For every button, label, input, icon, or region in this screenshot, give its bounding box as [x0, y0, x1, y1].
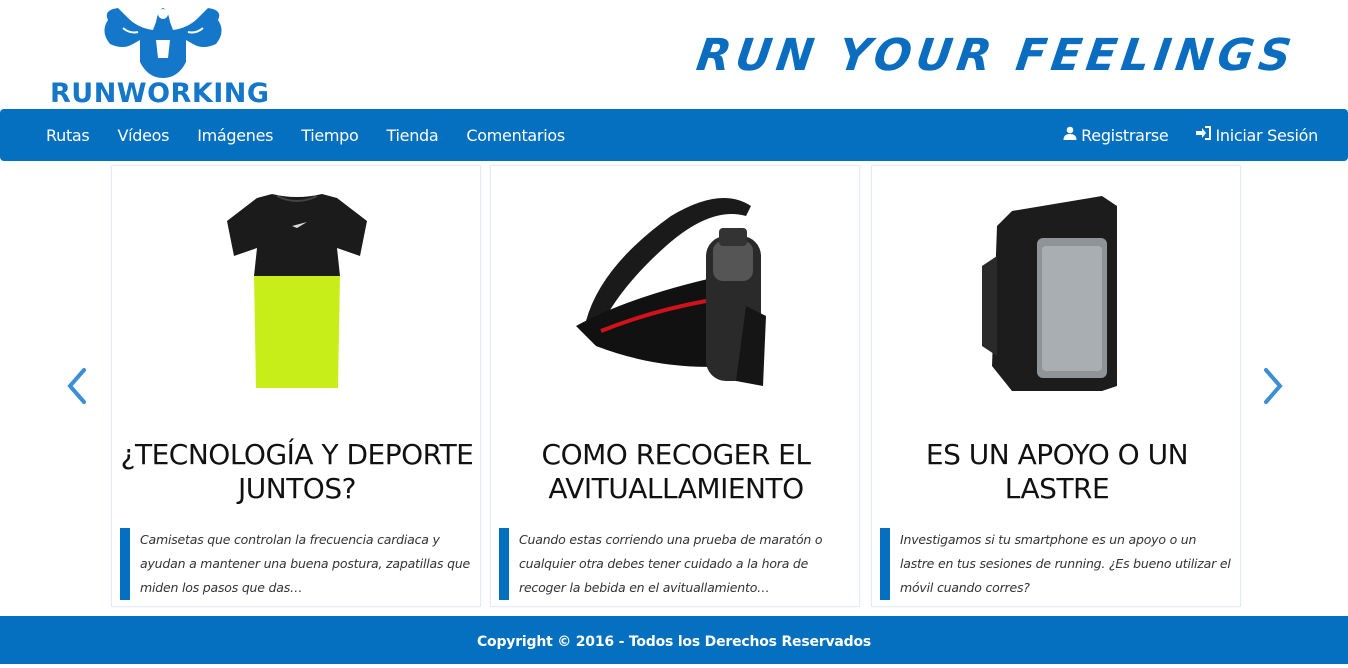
- chevron-right-icon: [1264, 368, 1283, 404]
- article-card[interactable]: ¿TECNOLOGÍA Y DEPORTE JUNTOS? Camisetas …: [111, 165, 481, 607]
- nav-item-tienda[interactable]: Tienda: [373, 109, 453, 161]
- article-excerpt: Investigamos si tu smartphone es un apoy…: [880, 528, 1234, 600]
- carousel-next-button[interactable]: [1258, 366, 1288, 406]
- article-excerpt: Cuando estas corriendo una prueba de mar…: [499, 528, 853, 600]
- nav-item-videos[interactable]: Vídeos: [103, 109, 183, 161]
- tagline: RUN YOUR FEELINGS: [693, 30, 1300, 81]
- site-header: RUNWORKING RUN YOUR FEELINGS: [0, 0, 1348, 109]
- article-card[interactable]: ES UN APOYO O UN LASTRE Investigamos si …: [871, 165, 1241, 607]
- carousel-prev-button[interactable]: [62, 366, 92, 406]
- nav-item-comentarios[interactable]: Comentarios: [452, 109, 578, 161]
- register-link[interactable]: Registrarse: [1049, 109, 1182, 161]
- copyright-text: Copyright © 2016 - Todos los Derechos Re…: [476, 634, 872, 650]
- article-title[interactable]: ES UN APOYO O UN LASTRE: [872, 438, 1242, 506]
- login-label: Iniciar Sesión: [1215, 125, 1318, 145]
- article-card[interactable]: COMO RECOGER EL AVITUALLAMIENTO Cuando e…: [490, 165, 860, 607]
- phone-armband-image: [982, 196, 1117, 391]
- chevron-left-icon: [67, 368, 86, 404]
- nav-left-menu: Rutas Vídeos Imágenes Tiempo Tienda Come…: [32, 109, 579, 161]
- site-footer: Copyright © 2016 - Todos los Derechos Re…: [0, 616, 1348, 664]
- log-in-icon: [1196, 126, 1212, 144]
- site-logo[interactable]: RUNWORKING: [48, 0, 294, 109]
- article-carousel: ¿TECNOLOGÍA Y DEPORTE JUNTOS? Camisetas …: [0, 161, 1348, 616]
- article-title[interactable]: ¿TECNOLOGÍA Y DEPORTE JUNTOS?: [112, 438, 482, 506]
- nav-item-rutas[interactable]: Rutas: [32, 109, 103, 161]
- waist-bottle-belt-image: [576, 198, 766, 386]
- nav-right-menu: Registrarse Iniciar Sesión: [1049, 109, 1332, 161]
- user-icon: [1063, 126, 1077, 144]
- muscle-man-logo-icon: [104, 8, 222, 78]
- register-label: Registrarse: [1081, 125, 1169, 145]
- article-excerpt: Camisetas que controlan la frecuencia ca…: [120, 528, 474, 600]
- tshirt-image: [227, 194, 367, 388]
- logo-text: RUNWORKING: [50, 78, 270, 109]
- nav-item-imagenes[interactable]: Imágenes: [183, 109, 287, 161]
- article-title[interactable]: COMO RECOGER EL AVITUALLAMIENTO: [491, 438, 861, 506]
- main-navbar: Rutas Vídeos Imágenes Tiempo Tienda Come…: [0, 109, 1348, 161]
- login-link[interactable]: Iniciar Sesión: [1182, 109, 1332, 161]
- nav-item-tiempo[interactable]: Tiempo: [287, 109, 372, 161]
